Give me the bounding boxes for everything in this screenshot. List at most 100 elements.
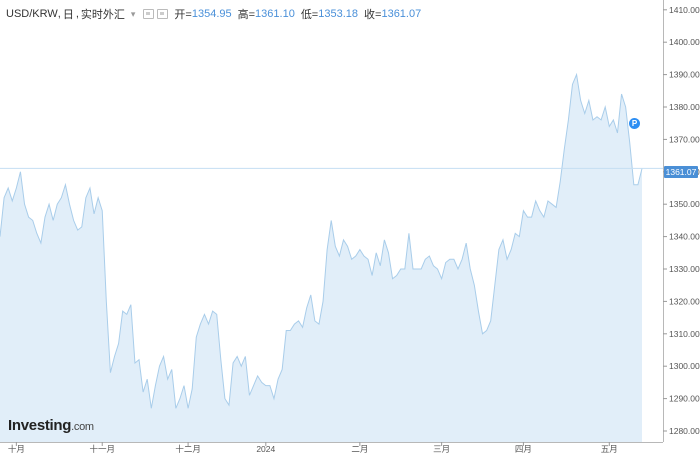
y-tick-label: 1410.00	[669, 5, 700, 15]
event-badge-icon[interactable]: P	[629, 118, 640, 129]
data-point	[192, 388, 193, 389]
data-point	[163, 356, 164, 357]
data-point	[48, 204, 49, 205]
data-point	[637, 184, 638, 185]
data-point	[445, 262, 446, 263]
data-point	[224, 398, 225, 399]
y-tick-label: 1370.00	[669, 134, 700, 144]
legend-separator-2: ,	[75, 8, 79, 20]
data-point	[93, 213, 94, 214]
data-point	[294, 323, 295, 324]
data-point	[523, 210, 524, 211]
data-point	[343, 239, 344, 240]
data-point	[527, 217, 528, 218]
data-point	[535, 200, 536, 201]
data-point	[408, 233, 409, 234]
data-point	[380, 265, 381, 266]
data-point	[85, 197, 86, 198]
symbol-label[interactable]: USD/KRW	[6, 8, 58, 20]
x-tick-label: 二月	[351, 444, 368, 454]
source-label: 实时外汇	[80, 9, 125, 21]
high-value: 1361.10	[255, 8, 295, 20]
x-tick-label: 五月	[601, 444, 618, 454]
data-point	[261, 382, 262, 383]
data-point	[114, 356, 115, 357]
data-point	[134, 362, 135, 363]
low-label: 低=	[300, 9, 319, 21]
data-point	[359, 249, 360, 250]
data-point	[437, 268, 438, 269]
data-point	[609, 126, 610, 127]
data-point	[290, 330, 291, 331]
data-point	[453, 259, 454, 260]
data-point	[412, 268, 413, 269]
data-point	[572, 84, 573, 85]
y-tick-label: 1380.00	[669, 102, 700, 112]
data-point	[531, 217, 532, 218]
low-value: 1353.18	[318, 8, 359, 20]
data-point	[580, 100, 581, 101]
y-tick-label: 1340.00	[669, 232, 700, 242]
data-point	[61, 197, 62, 198]
data-point	[331, 220, 332, 221]
x-tick-label: 2024	[256, 444, 275, 454]
chart-legend: USD/KRW , 日 , 实时外汇 ▾ 开= 1354.95 高= 1361.10…	[6, 6, 421, 22]
data-point	[466, 242, 467, 243]
data-point	[433, 265, 434, 266]
data-point	[613, 119, 614, 120]
data-point	[130, 304, 131, 305]
x-tick-label: 四月	[515, 444, 532, 454]
data-point	[212, 311, 213, 312]
data-point	[277, 379, 278, 380]
data-point	[327, 249, 328, 250]
investing-logo[interactable]: Investing.com	[8, 417, 94, 434]
data-point	[339, 255, 340, 256]
data-point	[241, 366, 242, 367]
data-point	[511, 249, 512, 250]
data-point	[196, 336, 197, 337]
data-point	[576, 74, 577, 75]
y-tick-label: 1320.00	[669, 296, 700, 306]
data-point	[302, 327, 303, 328]
x-tick-label: 十二月	[175, 444, 201, 454]
interval-label[interactable]: 日	[63, 6, 74, 22]
data-point	[498, 249, 499, 250]
data-point	[388, 252, 389, 253]
data-point	[367, 259, 368, 260]
data-point	[36, 233, 37, 234]
close-value: 1361.07	[381, 8, 422, 20]
data-point	[257, 375, 258, 376]
data-point	[110, 372, 111, 373]
data-point	[273, 398, 274, 399]
data-point	[592, 119, 593, 120]
data-point	[474, 285, 475, 286]
close-label: 收=	[364, 9, 382, 21]
data-point	[20, 171, 21, 172]
toggle-visibility-icon[interactable]	[143, 9, 155, 19]
data-point	[102, 210, 103, 211]
y-tick-label: 1400.00	[669, 37, 700, 47]
data-point	[232, 362, 233, 363]
settings-icon[interactable]	[157, 9, 169, 19]
data-point	[24, 204, 25, 205]
current-price-tag: 1361.07	[664, 166, 698, 178]
chevron-down-icon[interactable]: ▾	[131, 9, 136, 20]
data-point	[183, 385, 184, 386]
data-point	[425, 259, 426, 260]
y-tick-label: 1300.00	[669, 361, 700, 371]
data-point	[556, 207, 557, 208]
data-point	[245, 356, 246, 357]
data-point	[417, 268, 418, 269]
data-point	[384, 239, 385, 240]
data-point	[282, 369, 283, 370]
data-point	[502, 239, 503, 240]
data-point	[8, 187, 9, 188]
data-point	[347, 246, 348, 247]
data-point	[441, 278, 442, 279]
data-point	[53, 220, 54, 221]
open-value: 1354.95	[191, 8, 232, 20]
data-point	[372, 275, 373, 276]
data-point	[40, 242, 41, 243]
y-tick-label: 1350.00	[669, 199, 700, 209]
data-point	[237, 356, 238, 357]
